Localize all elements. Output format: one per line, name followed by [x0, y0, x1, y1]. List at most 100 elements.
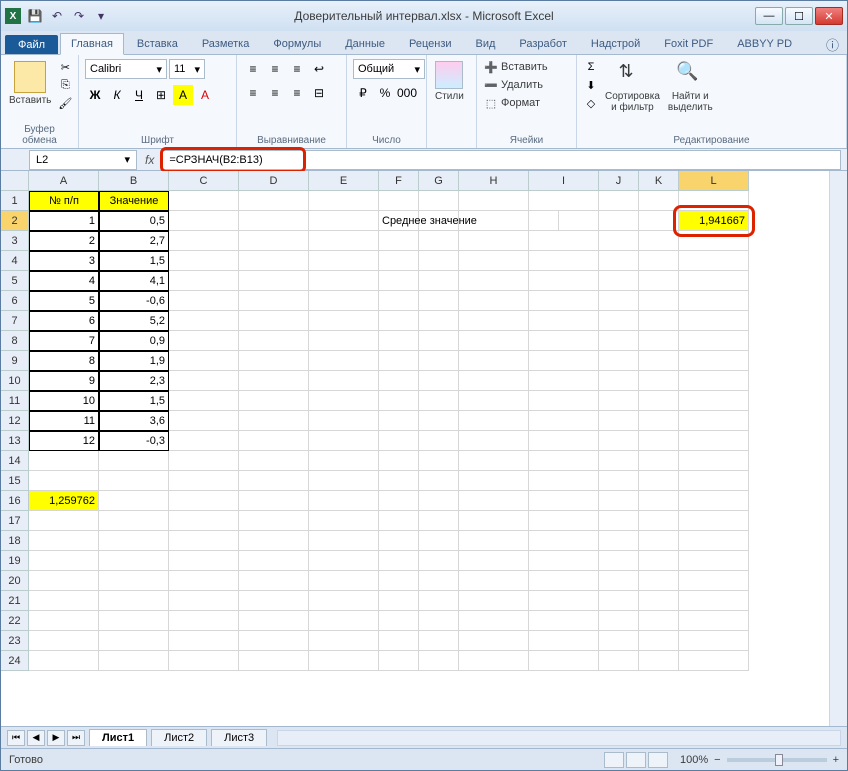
tab-foxit[interactable]: Foxit PDF	[653, 33, 724, 54]
cell-G1[interactable]	[419, 191, 459, 211]
cell-F13[interactable]	[379, 431, 419, 451]
cell-I23[interactable]	[529, 631, 599, 651]
col-header-J[interactable]: J	[599, 171, 639, 191]
horizontal-scrollbar[interactable]	[277, 730, 841, 746]
cell-J13[interactable]	[599, 431, 639, 451]
cell-F11[interactable]	[379, 391, 419, 411]
cell-L20[interactable]	[679, 571, 749, 591]
cell-C11[interactable]	[169, 391, 239, 411]
cell-J5[interactable]	[599, 271, 639, 291]
tab-home[interactable]: Главная	[60, 33, 124, 55]
cell-C22[interactable]	[169, 611, 239, 631]
cell-F16[interactable]	[379, 491, 419, 511]
cell-E17[interactable]	[309, 511, 379, 531]
cell-E2[interactable]	[309, 211, 379, 231]
cell-G13[interactable]	[419, 431, 459, 451]
cell-B9[interactable]: 1,9	[99, 351, 169, 371]
cell-I22[interactable]	[529, 611, 599, 631]
undo-icon[interactable]: ↶	[49, 8, 65, 24]
cell-L5[interactable]	[679, 271, 749, 291]
cell-D19[interactable]	[239, 551, 309, 571]
cell-E1[interactable]	[309, 191, 379, 211]
cell-L11[interactable]	[679, 391, 749, 411]
cell-B13[interactable]: -0,3	[99, 431, 169, 451]
cell-E24[interactable]	[309, 651, 379, 671]
cell-L23[interactable]	[679, 631, 749, 651]
cell-L15[interactable]	[679, 471, 749, 491]
cell-L2[interactable]: 1,941667	[679, 211, 749, 231]
cell-G18[interactable]	[419, 531, 459, 551]
sheet-prev-icon[interactable]: ◀	[27, 730, 45, 746]
cell-E7[interactable]	[309, 311, 379, 331]
cell-A16[interactable]: 1,259762	[29, 491, 99, 511]
sheet-tab-2[interactable]: Лист2	[151, 729, 207, 746]
cell-J6[interactable]	[599, 291, 639, 311]
cell-D3[interactable]	[239, 231, 309, 251]
cell-L9[interactable]	[679, 351, 749, 371]
cell-B7[interactable]: 5,2	[99, 311, 169, 331]
cell-H5[interactable]	[459, 271, 529, 291]
cell-L14[interactable]	[679, 451, 749, 471]
cell-K15[interactable]	[639, 471, 679, 491]
cell-I8[interactable]	[529, 331, 599, 351]
cell-B6[interactable]: -0,6	[99, 291, 169, 311]
cell-G4[interactable]	[419, 251, 459, 271]
font-name-select[interactable]: Calibri▾	[85, 59, 167, 79]
cell-C24[interactable]	[169, 651, 239, 671]
cell-L4[interactable]	[679, 251, 749, 271]
cell-G9[interactable]	[419, 351, 459, 371]
align-right-icon[interactable]: ≡	[287, 83, 307, 103]
cell-F15[interactable]	[379, 471, 419, 491]
cell-I7[interactable]	[529, 311, 599, 331]
cell-G15[interactable]	[419, 471, 459, 491]
col-header-A[interactable]: A	[29, 171, 99, 191]
col-header-C[interactable]: C	[169, 171, 239, 191]
cell-F3[interactable]	[379, 231, 419, 251]
cell-H6[interactable]	[459, 291, 529, 311]
cell-I6[interactable]	[529, 291, 599, 311]
cell-C7[interactable]	[169, 311, 239, 331]
tab-developer[interactable]: Разработ	[508, 33, 577, 54]
cells-insert-button[interactable]: ➕Вставить	[483, 59, 548, 75]
cell-C15[interactable]	[169, 471, 239, 491]
cells-delete-button[interactable]: ➖Удалить	[483, 77, 548, 93]
row-header-12[interactable]: 12	[1, 411, 29, 431]
cut-icon[interactable]: ✂	[57, 59, 73, 75]
cell-H1[interactable]	[459, 191, 529, 211]
cell-J7[interactable]	[599, 311, 639, 331]
cell-D7[interactable]	[239, 311, 309, 331]
cell-I9[interactable]	[529, 351, 599, 371]
cell-L7[interactable]	[679, 311, 749, 331]
cell-C12[interactable]	[169, 411, 239, 431]
cell-K13[interactable]	[639, 431, 679, 451]
underline-button[interactable]: Ч	[129, 85, 149, 105]
fill-icon[interactable]: ⬇	[583, 77, 599, 93]
row-header-16[interactable]: 16	[1, 491, 29, 511]
cell-K12[interactable]	[639, 411, 679, 431]
zoom-level[interactable]: 100%	[680, 754, 708, 766]
cell-C20[interactable]	[169, 571, 239, 591]
row-header-7[interactable]: 7	[1, 311, 29, 331]
row-header-21[interactable]: 21	[1, 591, 29, 611]
cell-H21[interactable]	[459, 591, 529, 611]
find-select-button[interactable]: 🔍 Найти и выделить	[666, 59, 715, 115]
cell-J8[interactable]	[599, 331, 639, 351]
cell-H10[interactable]	[459, 371, 529, 391]
row-header-24[interactable]: 24	[1, 651, 29, 671]
cell-J3[interactable]	[599, 231, 639, 251]
cell-B16[interactable]	[99, 491, 169, 511]
align-mid-icon[interactable]: ≡	[265, 59, 285, 79]
align-center-icon[interactable]: ≡	[265, 83, 285, 103]
cell-E16[interactable]	[309, 491, 379, 511]
cell-F8[interactable]	[379, 331, 419, 351]
cell-A13[interactable]: 12	[29, 431, 99, 451]
cell-K11[interactable]	[639, 391, 679, 411]
row-header-22[interactable]: 22	[1, 611, 29, 631]
cell-G5[interactable]	[419, 271, 459, 291]
cell-F21[interactable]	[379, 591, 419, 611]
cell-A3[interactable]: 2	[29, 231, 99, 251]
sheet-first-icon[interactable]: ⏮	[7, 730, 25, 746]
cell-C2[interactable]	[169, 211, 239, 231]
cell-B11[interactable]: 1,5	[99, 391, 169, 411]
name-box[interactable]: L2▾	[29, 150, 137, 170]
